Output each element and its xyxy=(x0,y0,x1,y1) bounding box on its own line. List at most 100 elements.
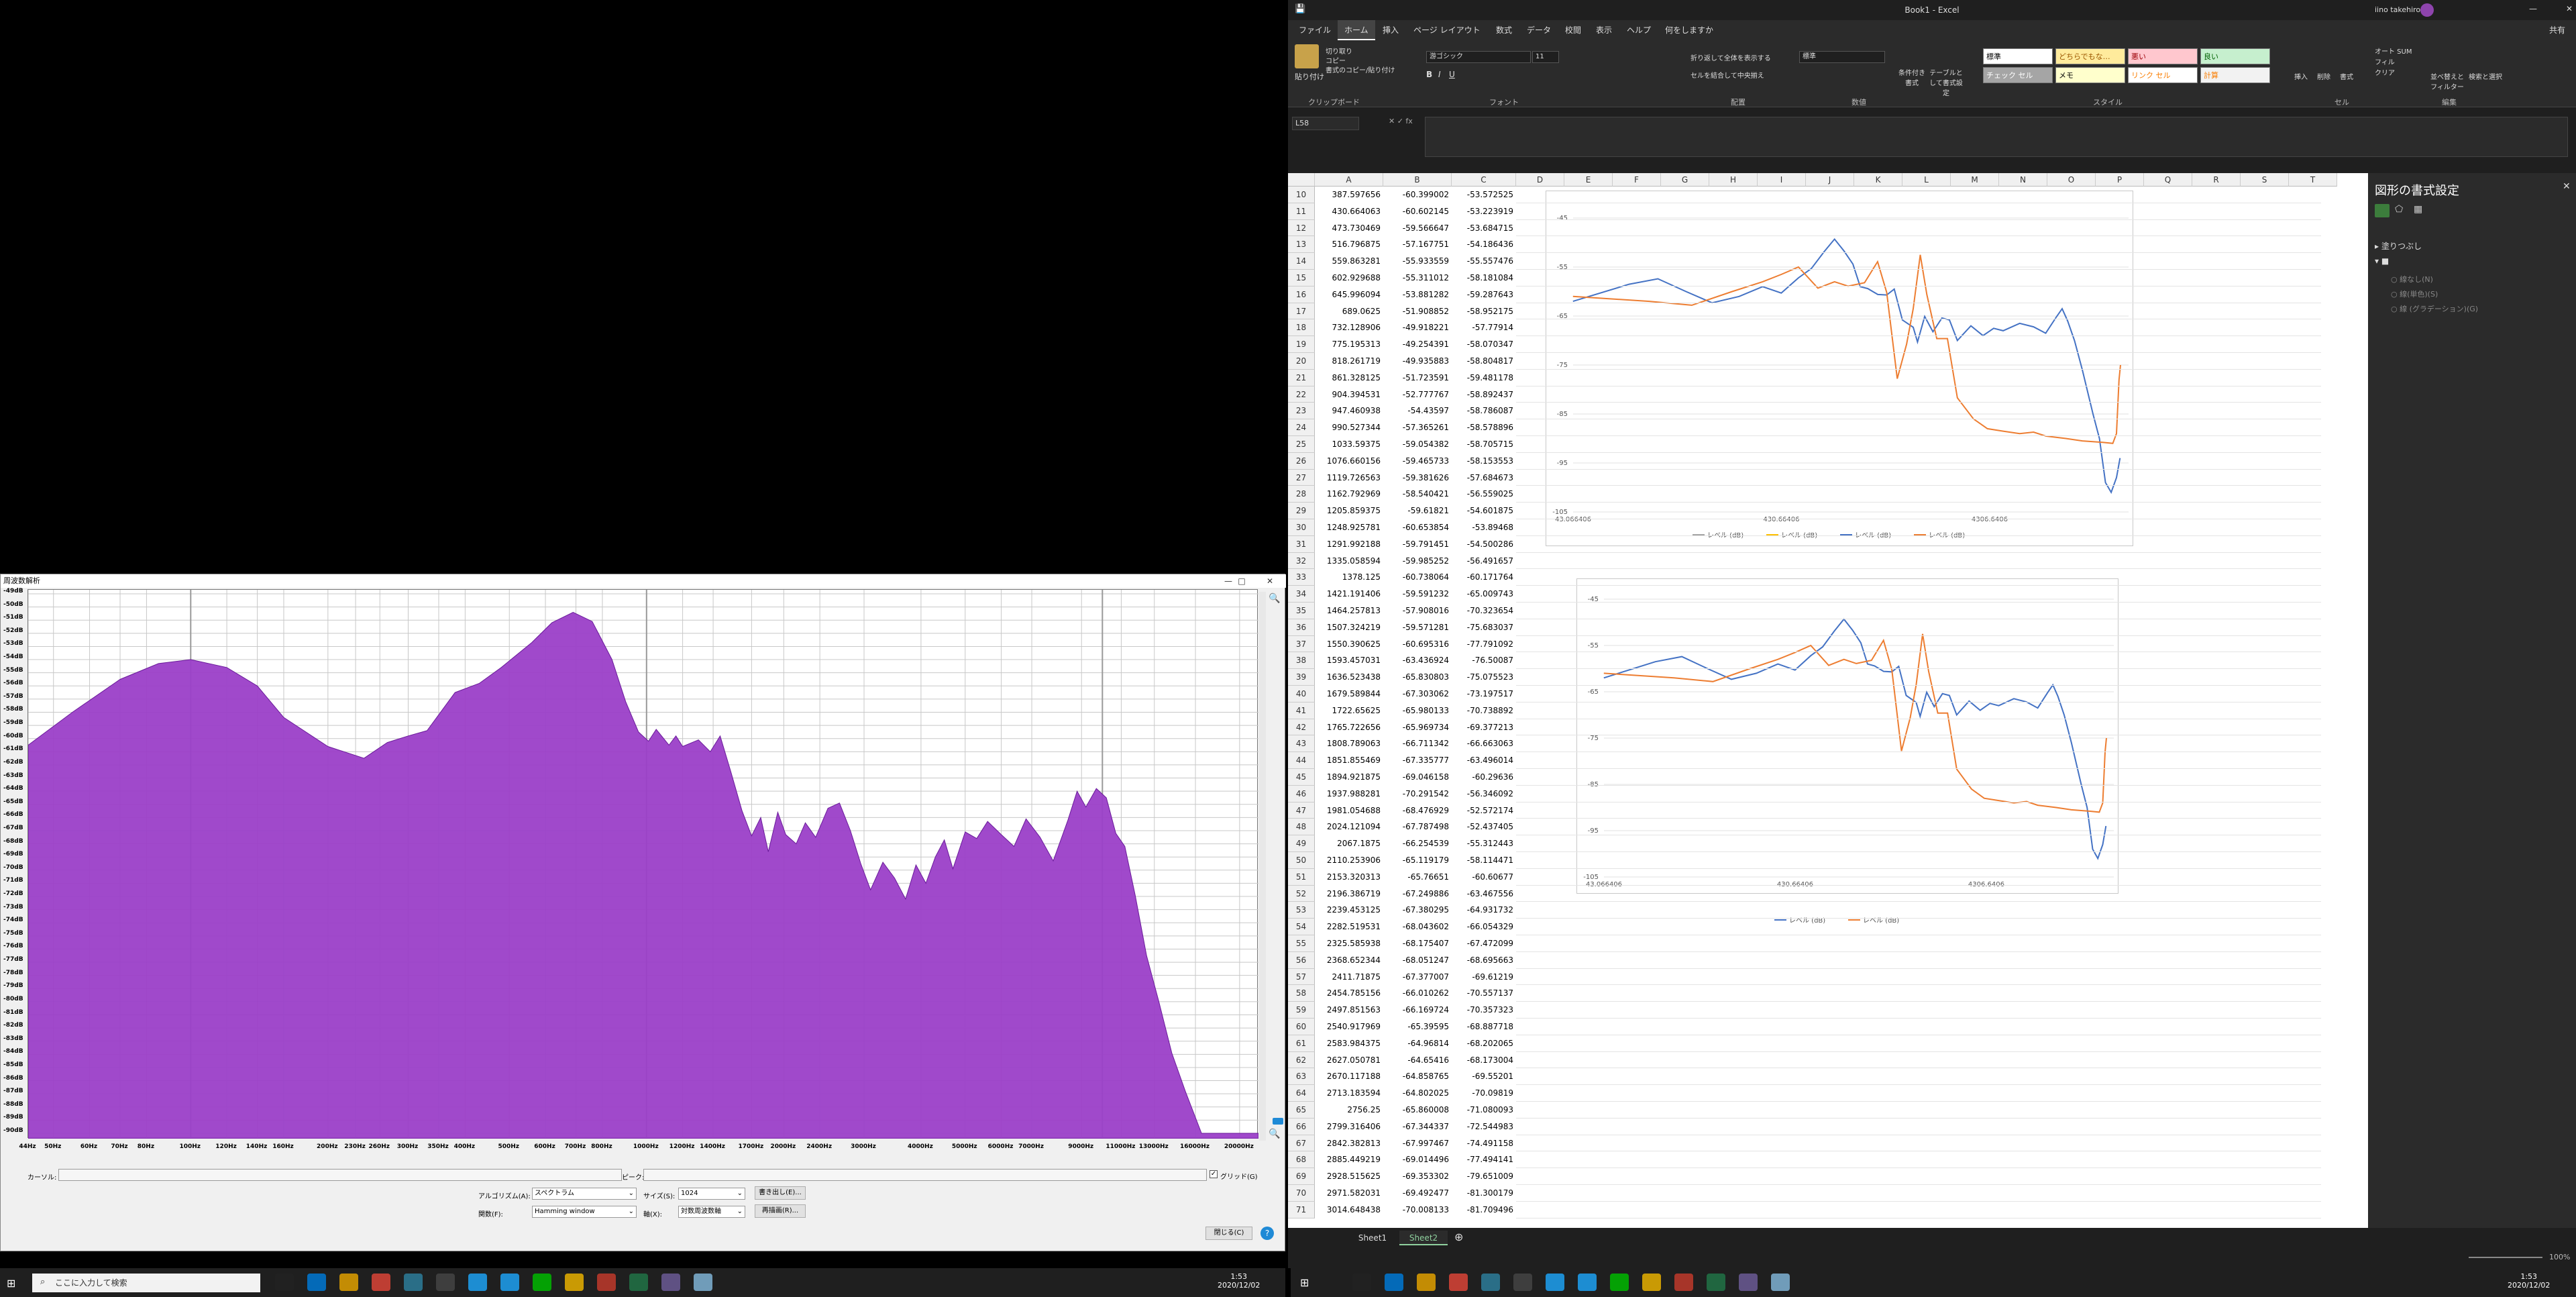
clear-button[interactable]: クリア xyxy=(2375,67,2395,77)
table-cell[interactable]: -70.09819 xyxy=(1452,1085,1516,1102)
skype-icon[interactable] xyxy=(500,1274,519,1291)
format-painter-button[interactable]: 書式のコピー/貼り付け xyxy=(1326,64,1395,74)
table-cell[interactable]: 2067.1875 xyxy=(1315,835,1383,852)
pane-close-icon[interactable]: ✕ xyxy=(2563,181,2571,192)
taskbar-clock[interactable]: 1:53 2020/12/02 xyxy=(1218,1272,1260,1290)
table-cell[interactable]: 387.597656 xyxy=(1315,187,1383,203)
row-header[interactable]: 45 xyxy=(1288,769,1315,786)
twitter-icon[interactable] xyxy=(1546,1274,1564,1291)
table-cell[interactable]: -64.858765 xyxy=(1383,1068,1452,1085)
column-header[interactable]: P xyxy=(2096,173,2144,187)
table-cell[interactable]: -54.500286 xyxy=(1452,536,1516,553)
table-cell[interactable]: -57.684673 xyxy=(1452,470,1516,486)
fill-section[interactable]: ▸ 塗りつぶし xyxy=(2375,240,2422,252)
table-cell[interactable]: -55.557476 xyxy=(1452,253,1516,270)
table-cell[interactable]: -75.683037 xyxy=(1452,619,1516,636)
table-cell[interactable]: -63.496014 xyxy=(1452,752,1516,769)
table-cell[interactable]: -52.572174 xyxy=(1452,802,1516,819)
worksheet-grid[interactable]: -45 -55 -65 -75 -85 -95 -105 43.066406 430.66406… xyxy=(1288,173,2368,1228)
table-cell[interactable]: -60.653854 xyxy=(1383,519,1452,536)
table-cell[interactable]: 1550.390625 xyxy=(1315,636,1383,653)
column-header[interactable]: E xyxy=(1564,173,1613,187)
app-icon[interactable] xyxy=(661,1274,680,1291)
row-header[interactable]: 41 xyxy=(1288,702,1315,719)
fill-line-icon[interactable] xyxy=(2375,204,2390,217)
table-cell[interactable]: -55.933559 xyxy=(1383,253,1452,270)
column-header[interactable]: N xyxy=(1999,173,2047,187)
table-cell[interactable]: 1248.925781 xyxy=(1315,519,1383,536)
formula-input[interactable] xyxy=(1425,117,2568,157)
row-header[interactable]: 50 xyxy=(1288,852,1315,869)
underline-button[interactable]: U xyxy=(1449,70,1455,79)
chart-2[interactable]: -45 -55 -65 -75 -85 -95 -105 43.066406 430.66406… xyxy=(1576,578,2118,925)
row-header[interactable]: 59 xyxy=(1288,1002,1315,1019)
table-cell[interactable]: -52.777767 xyxy=(1383,386,1452,403)
avatar[interactable] xyxy=(2420,3,2434,17)
table-cell[interactable]: -64.96814 xyxy=(1383,1035,1452,1052)
column-header[interactable]: B xyxy=(1383,173,1452,187)
row-header[interactable]: 68 xyxy=(1288,1151,1315,1169)
row-header[interactable]: 18 xyxy=(1288,319,1315,337)
table-cell[interactable]: -57.908016 xyxy=(1383,603,1452,619)
merge-center-button[interactable]: セルを結合して中央揃え xyxy=(1690,70,1764,80)
table-cell[interactable]: 2971.582031 xyxy=(1315,1185,1383,1202)
table-cell[interactable]: -71.080093 xyxy=(1452,1102,1516,1119)
row-header[interactable]: 15 xyxy=(1288,270,1315,287)
row-header[interactable]: 40 xyxy=(1288,686,1315,703)
insert-cells-button[interactable]: 挿入 xyxy=(2294,71,2308,81)
size-select[interactable]: 1024 ⌄ xyxy=(678,1188,745,1200)
table-cell[interactable]: -59.566647 xyxy=(1383,220,1452,237)
table-cell[interactable]: -54.186436 xyxy=(1452,236,1516,253)
row-header[interactable]: 69 xyxy=(1288,1168,1315,1185)
notes-icon[interactable] xyxy=(1642,1274,1661,1291)
row-header[interactable]: 47 xyxy=(1288,802,1315,819)
table-cell[interactable]: -59.791451 xyxy=(1383,536,1452,553)
table-cell[interactable]: -53.89468 xyxy=(1452,519,1516,536)
table-cell[interactable]: 689.0625 xyxy=(1315,303,1383,320)
table-cell[interactable]: -60.60677 xyxy=(1452,869,1516,886)
table-cell[interactable]: 990.527344 xyxy=(1315,419,1383,436)
table-cell[interactable]: -69.61219 xyxy=(1452,969,1516,986)
row-header[interactable]: 19 xyxy=(1288,336,1315,353)
table-cell[interactable]: -69.492477 xyxy=(1383,1185,1452,1202)
paste-icon[interactable] xyxy=(1295,44,1319,68)
table-cell[interactable]: -55.311012 xyxy=(1383,270,1452,287)
table-cell[interactable]: -59.61821 xyxy=(1383,503,1452,519)
table-cell[interactable]: -53.572525 xyxy=(1452,187,1516,203)
table-cell[interactable]: 1507.324219 xyxy=(1315,619,1383,636)
pane-option[interactable]: ○ 線なし(N) xyxy=(2391,274,2433,284)
ribbon-tab[interactable]: データ xyxy=(1520,20,1558,40)
column-header[interactable]: C xyxy=(1452,173,1516,187)
table-cell[interactable]: -67.249886 xyxy=(1383,886,1452,902)
table-cell[interactable]: -65.76651 xyxy=(1383,869,1452,886)
table-cell[interactable]: -75.075523 xyxy=(1452,669,1516,686)
row-header[interactable]: 30 xyxy=(1288,519,1315,536)
row-header[interactable]: 25 xyxy=(1288,436,1315,453)
fx-icon[interactable]: ✕ ✓ fx xyxy=(1389,117,1413,125)
table-cell[interactable]: -58.153553 xyxy=(1452,453,1516,470)
row-header[interactable]: 35 xyxy=(1288,603,1315,619)
table-cell[interactable]: 2110.253906 xyxy=(1315,852,1383,869)
table-cell[interactable]: 1033.59375 xyxy=(1315,436,1383,453)
table-cell[interactable]: -51.723591 xyxy=(1383,370,1452,386)
cell-style-swatch[interactable]: 標準 xyxy=(1983,48,2053,64)
table-cell[interactable]: -69.014496 xyxy=(1383,1151,1452,1168)
table-cell[interactable]: 1636.523438 xyxy=(1315,669,1383,686)
table-cell[interactable]: -69.353302 xyxy=(1383,1168,1452,1185)
row-header[interactable]: 60 xyxy=(1288,1019,1315,1035)
table-cell[interactable]: -58.952175 xyxy=(1452,303,1516,320)
table-cell[interactable]: -58.578896 xyxy=(1452,419,1516,436)
table-cell[interactable]: 1076.660156 xyxy=(1315,453,1383,470)
table-cell[interactable]: 2024.121094 xyxy=(1315,819,1383,835)
media-icon[interactable] xyxy=(597,1274,616,1291)
explorer-icon[interactable] xyxy=(372,1274,390,1291)
store-icon[interactable] xyxy=(1513,1274,1532,1291)
table-cell[interactable]: -65.39595 xyxy=(1383,1019,1452,1035)
table-cell[interactable]: -68.476929 xyxy=(1383,802,1452,819)
table-cell[interactable]: 2842.382813 xyxy=(1315,1135,1383,1152)
ribbon-tab[interactable]: 表示 xyxy=(1589,20,1619,40)
column-header[interactable]: A xyxy=(1315,173,1383,187)
table-cell[interactable]: -60.602145 xyxy=(1383,203,1452,220)
excel-icon[interactable] xyxy=(1707,1274,1725,1291)
column-header[interactable]: G xyxy=(1661,173,1709,187)
